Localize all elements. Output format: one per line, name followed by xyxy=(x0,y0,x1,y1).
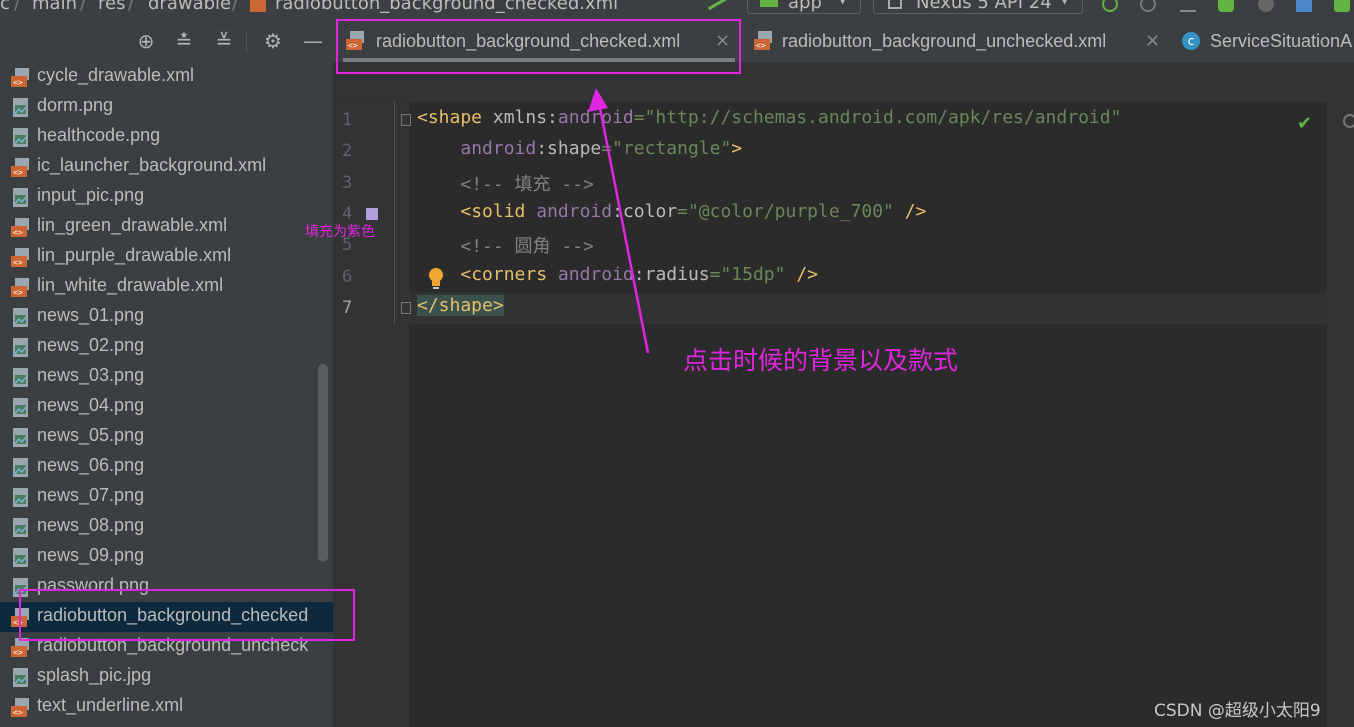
watermark: CSDN @超级小太阳9 xyxy=(1154,701,1321,721)
annotation-arrow xyxy=(588,88,650,354)
